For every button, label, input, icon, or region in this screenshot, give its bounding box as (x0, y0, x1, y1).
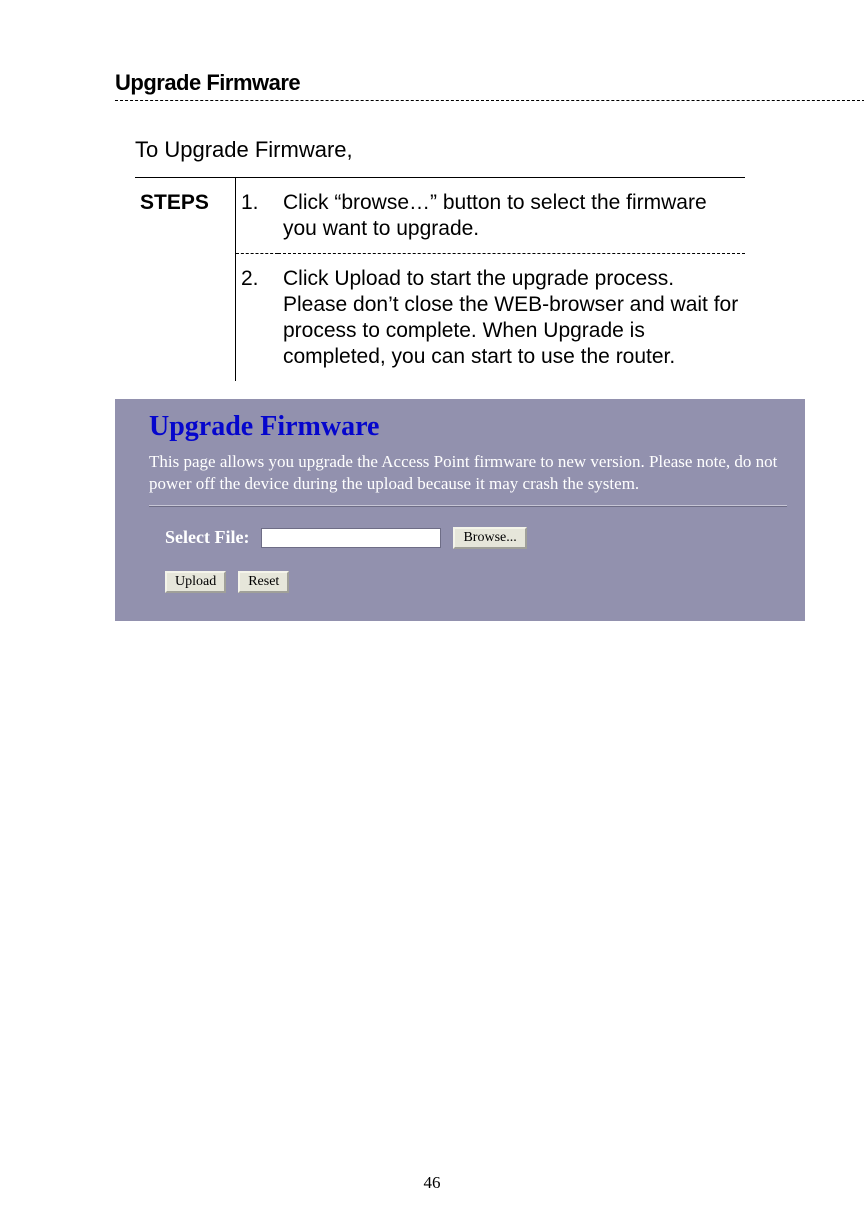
upload-button[interactable]: Upload (165, 571, 226, 593)
action-button-row: Upload Reset (165, 571, 787, 593)
empty-cell (135, 253, 236, 381)
page-number: 46 (0, 1173, 864, 1193)
steps-label: STEPS (135, 178, 236, 254)
step-number: 2. (236, 253, 279, 381)
panel-title: Upgrade Firmware (149, 411, 787, 443)
table-row: 2. Click Upload to start the upgrade pro… (135, 253, 745, 381)
step-number: 1. (236, 178, 279, 254)
file-input[interactable] (261, 528, 441, 548)
panel-description: This page allows you upgrade the Access … (149, 451, 787, 495)
reset-button[interactable]: Reset (238, 571, 289, 593)
panel-divider (149, 505, 787, 507)
browse-button[interactable]: Browse... (453, 527, 526, 549)
step-text: Click “browse…” button to select the fir… (278, 178, 745, 254)
intro-text: To Upgrade Firmware, (135, 137, 809, 163)
firmware-panel: Upgrade Firmware This page allows you up… (115, 399, 805, 621)
dashed-divider (115, 100, 864, 101)
table-row: STEPS 1. Click “browse…” button to selec… (135, 178, 745, 254)
step-text: Click Upload to start the upgrade proces… (278, 253, 745, 381)
steps-table: STEPS 1. Click “browse…” button to selec… (135, 177, 745, 381)
select-file-row: Select File: Browse... (165, 527, 787, 549)
select-file-label: Select File: (165, 527, 249, 548)
section-heading: Upgrade Firmware (115, 70, 809, 96)
